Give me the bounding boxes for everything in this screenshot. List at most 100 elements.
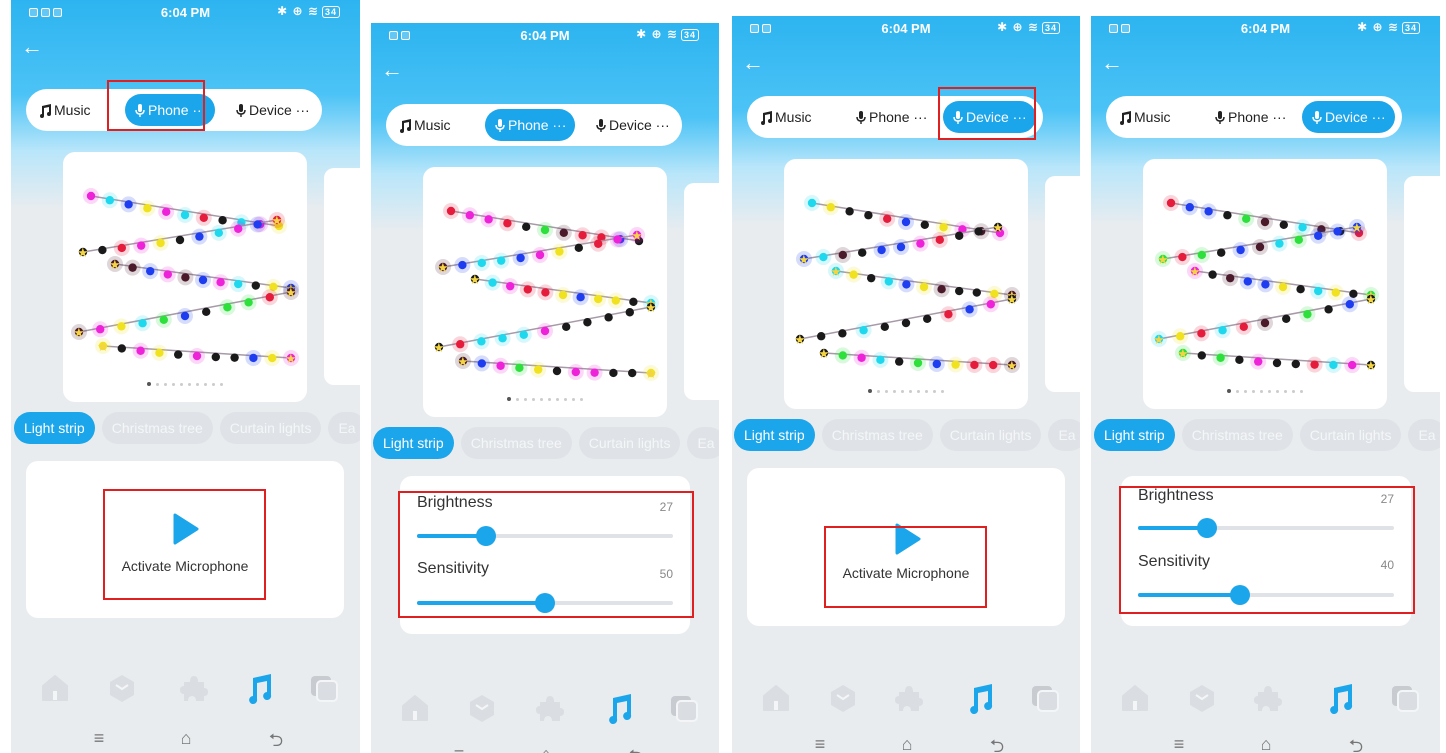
- layers-icon[interactable]: [668, 692, 700, 724]
- light-bulb: [970, 360, 979, 370]
- brightness-slider[interactable]: [417, 526, 673, 546]
- slider-panel: Brightness 27 Sensitivity 40: [1121, 476, 1411, 626]
- home-icon[interactable]: [39, 672, 71, 704]
- activate-microphone-label[interactable]: Activate Microphone: [26, 558, 344, 574]
- category-christmas-tree[interactable]: Christmas tree: [1181, 419, 1293, 451]
- category-curtain-lights[interactable]: Curtain lights: [939, 419, 1042, 451]
- light-bulb: [1331, 288, 1340, 297]
- cube-icon[interactable]: [466, 692, 498, 724]
- light-bulb: [876, 355, 885, 365]
- tab-device[interactable]: Device ···: [586, 109, 679, 141]
- sensitivity-value: 40: [1380, 558, 1394, 572]
- tab-device[interactable]: Device ···: [943, 101, 1036, 133]
- cube-icon[interactable]: [1186, 682, 1218, 714]
- home-outline-icon[interactable]: ⌂: [887, 734, 927, 753]
- light-bulb: [1208, 270, 1217, 279]
- sensitivity-slider[interactable]: [417, 593, 673, 613]
- return-icon[interactable]: ⮌: [256, 728, 296, 753]
- return-icon[interactable]: ⮌: [977, 734, 1017, 753]
- music-icon[interactable]: [1324, 682, 1356, 714]
- star-icon: ★: [1153, 332, 1165, 347]
- return-icon[interactable]: ⮌: [616, 744, 656, 753]
- tab-phone[interactable]: Phone ···: [485, 109, 576, 141]
- cube-icon[interactable]: [827, 682, 859, 714]
- tab-device[interactable]: Device ···: [226, 94, 319, 126]
- category-light-strip[interactable]: Light strip: [734, 419, 815, 451]
- home-outline-icon[interactable]: ⌂: [166, 728, 206, 749]
- category-curtain-lights[interactable]: Curtain lights: [578, 427, 681, 459]
- layers-icon[interactable]: [1389, 682, 1421, 714]
- menu-icon[interactable]: ≡: [79, 728, 119, 749]
- category-light-strip[interactable]: Light strip: [1094, 419, 1175, 451]
- back-arrow-icon[interactable]: ←: [21, 36, 43, 58]
- brightness-slider[interactable]: [1138, 518, 1394, 538]
- back-arrow-icon[interactable]: ←: [1101, 52, 1123, 74]
- sensitivity-handle[interactable]: [1230, 585, 1251, 605]
- sensitivity-handle[interactable]: [535, 593, 555, 613]
- activate-microphone-label[interactable]: Activate Microphone: [747, 565, 1065, 581]
- tab-music[interactable]: Music: [750, 101, 821, 133]
- category-christmas-tree[interactable]: Christmas tree: [460, 427, 572, 459]
- next-preview-card[interactable]: [1404, 176, 1440, 392]
- layers-icon[interactable]: [308, 672, 340, 704]
- preview-card[interactable]: ★★★★★★★★: [784, 159, 1028, 409]
- light-bulb: [609, 368, 618, 378]
- tab-music[interactable]: Music: [389, 109, 460, 141]
- play-icon[interactable]: [173, 513, 199, 545]
- category-more[interactable]: Ea: [328, 412, 360, 444]
- home-outline-icon[interactable]: ⌂: [1246, 734, 1286, 753]
- light-bulb: [1254, 357, 1263, 366]
- brightness-handle[interactable]: [1197, 518, 1218, 538]
- brightness-handle[interactable]: [476, 526, 497, 546]
- menu-icon[interactable]: ≡: [800, 734, 840, 753]
- puzzle-icon[interactable]: [178, 672, 210, 704]
- tab-music[interactable]: Music: [1109, 101, 1180, 133]
- next-preview-card[interactable]: [1045, 176, 1080, 392]
- category-curtain-lights[interactable]: Curtain lights: [1299, 419, 1402, 451]
- light-bulb: [477, 359, 486, 368]
- home-icon[interactable]: [760, 682, 792, 714]
- home-icon[interactable]: [1119, 682, 1151, 714]
- menu-icon[interactable]: ≡: [439, 744, 479, 753]
- tab-device[interactable]: Device ···: [1302, 101, 1395, 133]
- home-icon[interactable]: [399, 692, 431, 724]
- category-curtain-lights[interactable]: Curtain lights: [219, 412, 322, 444]
- light-bulb: [901, 318, 911, 328]
- back-arrow-icon[interactable]: ←: [742, 52, 764, 74]
- light-bulb: [1235, 355, 1244, 365]
- light-bulb: [175, 235, 185, 245]
- music-icon[interactable]: [964, 682, 996, 714]
- next-preview-card[interactable]: [324, 168, 360, 385]
- next-preview-card[interactable]: [684, 183, 719, 400]
- category-light-strip[interactable]: Light strip: [373, 427, 454, 459]
- tab-phone[interactable]: Phone ···: [1205, 101, 1295, 133]
- puzzle-icon[interactable]: [893, 682, 925, 714]
- category-more[interactable]: Ea: [687, 427, 719, 459]
- layers-icon[interactable]: [1029, 682, 1061, 714]
- tab-phone[interactable]: Phone ···: [125, 94, 216, 126]
- play-icon[interactable]: [895, 523, 921, 555]
- preview-card[interactable]: ★★★★★★★★: [423, 167, 667, 417]
- music-icon[interactable]: [243, 672, 275, 704]
- light-bulb: [1314, 286, 1323, 296]
- category-light-strip[interactable]: Light strip: [14, 412, 95, 444]
- sensitivity-slider[interactable]: [1138, 585, 1394, 605]
- preview-card[interactable]: ★★★★★★★★: [1143, 159, 1387, 409]
- cube-icon[interactable]: [106, 672, 138, 704]
- category-more[interactable]: Ea: [1408, 419, 1440, 451]
- light-bulb: [1226, 273, 1235, 283]
- category-more[interactable]: Ea: [1048, 419, 1080, 451]
- puzzle-icon[interactable]: [1252, 682, 1284, 714]
- puzzle-icon[interactable]: [534, 692, 566, 724]
- tab-phone[interactable]: Phone ···: [846, 101, 936, 133]
- menu-icon[interactable]: ≡: [1159, 734, 1199, 753]
- home-outline-icon[interactable]: ⌂: [526, 744, 566, 753]
- light-bulb: [86, 191, 96, 201]
- back-arrow-icon[interactable]: ←: [381, 59, 403, 81]
- return-icon[interactable]: ⮌: [1336, 734, 1376, 753]
- category-christmas-tree[interactable]: Christmas tree: [101, 412, 213, 444]
- category-christmas-tree[interactable]: Christmas tree: [821, 419, 933, 451]
- music-icon[interactable]: [603, 692, 635, 724]
- preview-card[interactable]: ★★★★★★★★: [63, 152, 307, 402]
- tab-music[interactable]: Music: [29, 94, 100, 126]
